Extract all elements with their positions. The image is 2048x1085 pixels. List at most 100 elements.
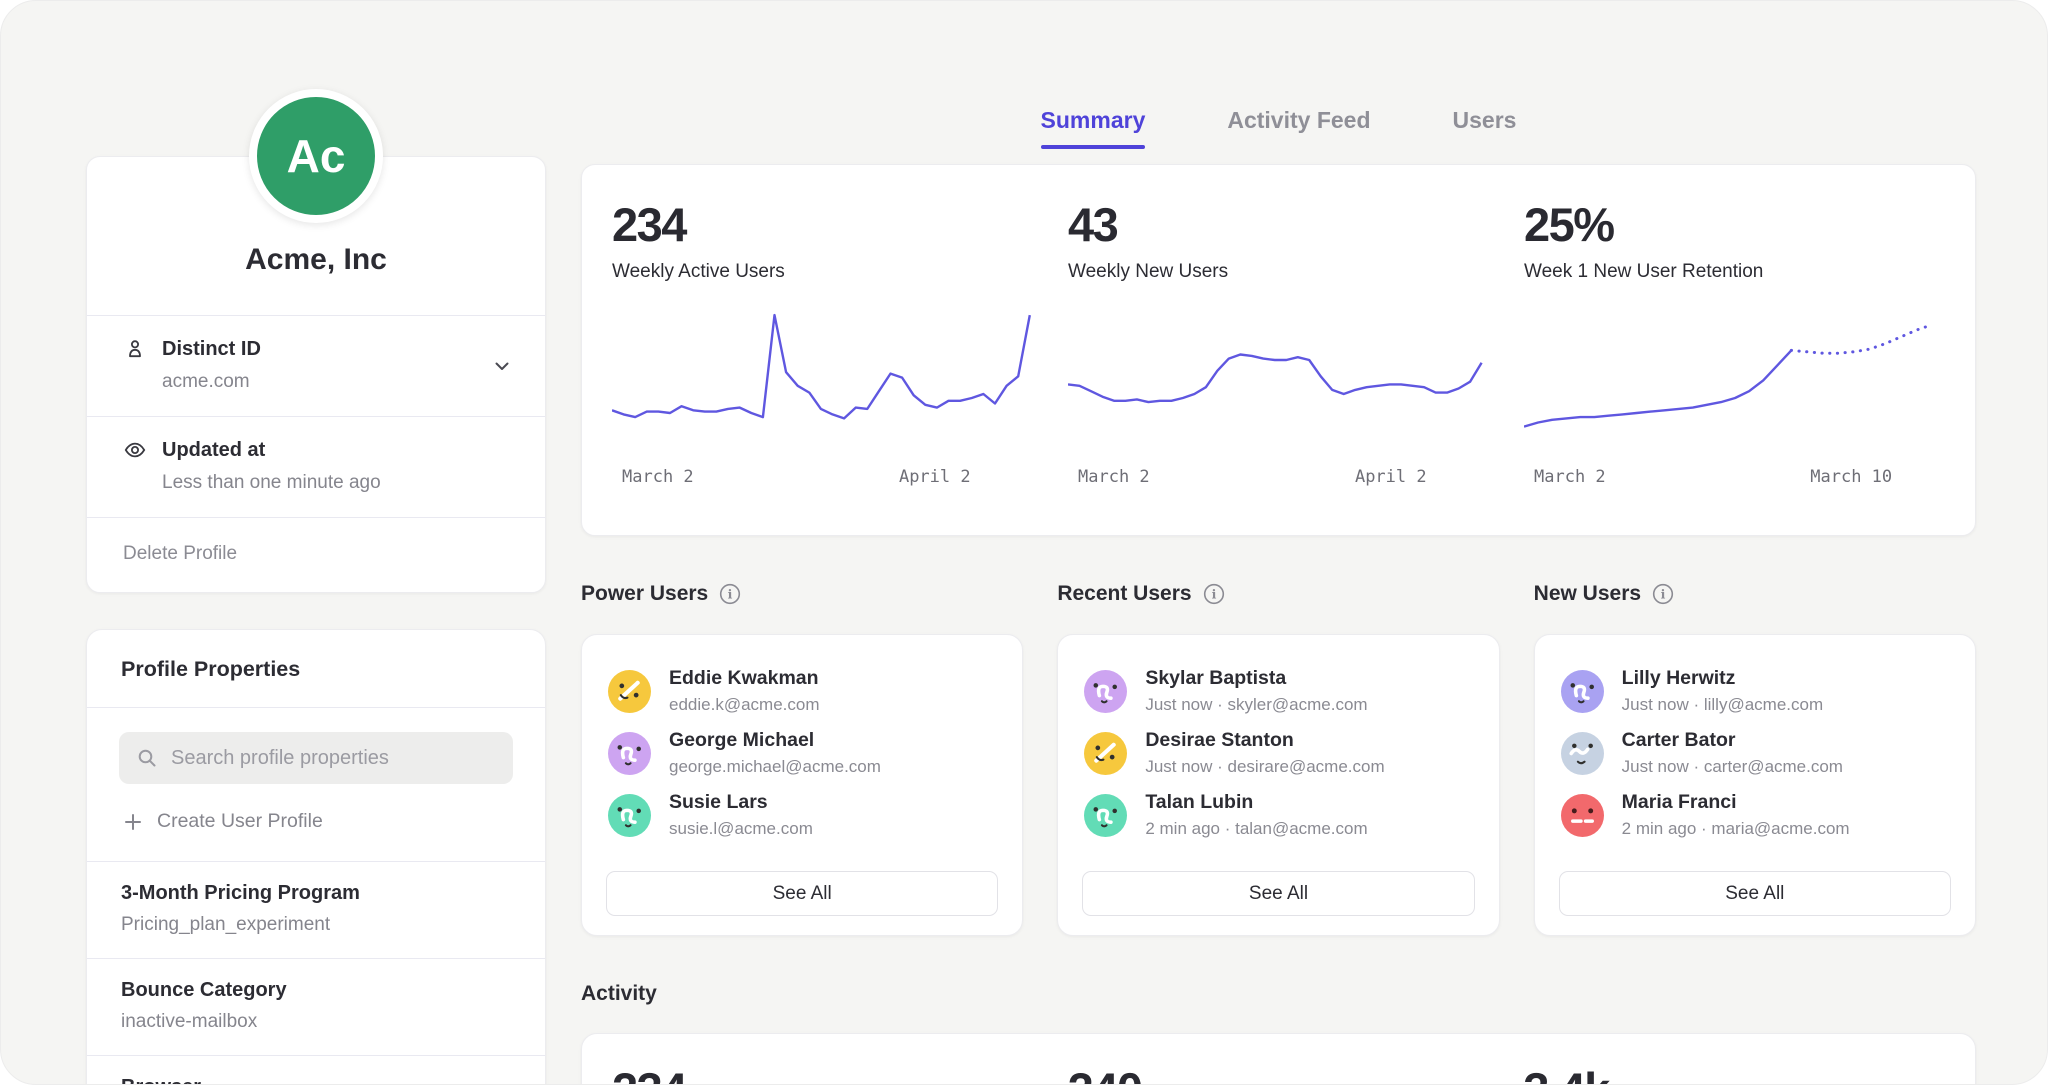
user-name: Eddie Kwakman: [669, 667, 820, 690]
create-user-profile-button[interactable]: Create User Profile: [119, 810, 513, 833]
avatar-wrap: Ac: [249, 89, 383, 223]
user-row[interactable]: Maria Franci 2 min ago · maria@acme.com: [1561, 791, 1949, 839]
list-title: New Users: [1534, 582, 1641, 606]
x-axis-ticks: March 2 April 2: [612, 467, 1034, 491]
x-axis-ticks: March 2 March 10: [1524, 467, 1945, 491]
search-section: Create User Profile: [87, 708, 545, 861]
info-icon[interactable]: i: [1203, 583, 1225, 605]
property-value: inactive-mailbox: [121, 1011, 511, 1033]
list-title: Power Users: [581, 582, 708, 606]
user-name: Talan Lubin: [1145, 791, 1367, 814]
user-detail: george.michael@acme.com: [669, 757, 881, 777]
new-users-card: Lilly Herwitz Just now · lilly@acme.com …: [1534, 634, 1976, 936]
x-tick: March 2: [622, 467, 694, 487]
power-users-card: Eddie Kwakman eddie.k@acme.com George Mi…: [581, 634, 1023, 936]
field-value: Less than one minute ago: [162, 472, 509, 494]
stat-value: 234: [612, 197, 1034, 252]
user-avatar: [1561, 732, 1604, 775]
user-row[interactable]: Skylar Baptista Just now · skyler@acme.c…: [1084, 667, 1472, 715]
user-row[interactable]: Lilly Herwitz Just now · lilly@acme.com: [1561, 667, 1949, 715]
new-users-heading: New Users i: [1534, 582, 1976, 606]
company-avatar-initials: Ac: [287, 129, 346, 183]
recent-users-card: Skylar Baptista Just now · skyler@acme.c…: [1057, 634, 1499, 936]
distinct-id-row: Distinct ID acme.com: [87, 316, 545, 416]
activity-stat: 234: [612, 1062, 1034, 1085]
user-row[interactable]: Carter Bator Just now · carter@acme.com: [1561, 729, 1949, 777]
user-avatar: [608, 732, 651, 775]
tab-users[interactable]: Users: [1453, 107, 1517, 149]
user-detail: 2 min ago · maria@acme.com: [1622, 819, 1850, 839]
svg-text:i: i: [1211, 587, 1216, 602]
search-input[interactable]: [171, 747, 496, 770]
tab-activity-feed[interactable]: Activity Feed: [1227, 107, 1370, 149]
user-list-headings: Power Users i Recent Users i New Users i: [581, 582, 1976, 606]
svg-text:i: i: [728, 587, 733, 602]
property-row[interactable]: Bounce Category inactive-mailbox: [87, 959, 545, 1055]
active-tab-underline: [1041, 145, 1146, 149]
user-row[interactable]: Susie Lars susie.l@acme.com: [608, 791, 996, 839]
recent-users-heading: Recent Users i: [1057, 582, 1499, 606]
stat-value: 25%: [1524, 197, 1945, 252]
property-row[interactable]: Browser Chrome: [87, 1056, 545, 1085]
company-avatar: Ac: [249, 89, 383, 223]
info-icon[interactable]: i: [719, 583, 741, 605]
user-row[interactable]: Talan Lubin 2 min ago · talan@acme.com: [1084, 791, 1472, 839]
user-row[interactable]: Desirae Stanton Just now · desirare@acme…: [1084, 729, 1472, 777]
user-name: Lilly Herwitz: [1622, 667, 1823, 690]
property-name: Browser: [121, 1076, 511, 1085]
tab-label: Summary: [1041, 107, 1146, 133]
weekly-new-users-chart: [1068, 303, 1490, 453]
tab-summary[interactable]: Summary: [1041, 107, 1146, 149]
x-tick: April 2: [899, 467, 971, 487]
activity-card: 234 240 3.4k: [581, 1033, 1976, 1085]
see-all-button[interactable]: See All: [1082, 871, 1474, 916]
search-box: [119, 732, 513, 784]
user-row[interactable]: Eddie Kwakman eddie.k@acme.com: [608, 667, 996, 715]
stat-label: Week 1 New User Retention: [1524, 261, 1945, 283]
stat-week1-retention: 25% Week 1 New User Retention March 2 Ma…: [1524, 197, 1945, 535]
x-tick: April 2: [1355, 467, 1427, 487]
property-row[interactable]: 3-Month Pricing Program Pricing_plan_exp…: [87, 862, 545, 958]
person-icon: [123, 337, 147, 361]
property-value: Pricing_plan_experiment: [121, 914, 511, 936]
user-row[interactable]: George Michael george.michael@acme.com: [608, 729, 996, 777]
profile-properties-title: Profile Properties: [87, 630, 545, 707]
summary-card: 234 Weekly Active Users March 2 April 2 …: [581, 164, 1976, 536]
tab-label: Activity Feed: [1227, 107, 1370, 133]
x-tick: March 2: [1534, 467, 1606, 487]
user-detail: Just now · carter@acme.com: [1622, 757, 1843, 777]
sidebar: Ac Acme, Inc Distinct ID acme.com: [86, 89, 546, 1085]
property-name: 3-Month Pricing Program: [121, 882, 511, 905]
see-all-button[interactable]: See All: [606, 871, 998, 916]
user-detail: Just now · skyler@acme.com: [1145, 695, 1367, 715]
weekly-active-users-chart: [612, 303, 1034, 453]
chevron-down-icon[interactable]: [491, 355, 513, 382]
user-name: Desirae Stanton: [1145, 729, 1384, 752]
property-name: Bounce Category: [121, 979, 511, 1002]
x-tick: March 2: [1078, 467, 1150, 487]
updated-at-row: Updated at Less than one minute ago: [87, 417, 545, 517]
user-avatar: [1084, 670, 1127, 713]
main-content: Summary Activity Feed Users 234 Weekly A…: [581, 1, 1976, 1085]
stat-label: Weekly Active Users: [612, 261, 1034, 283]
user-avatar: [608, 670, 651, 713]
activity-stat: 240: [1068, 1062, 1490, 1085]
field-label: Distinct ID: [162, 338, 261, 361]
user-name: Carter Bator: [1622, 729, 1843, 752]
svg-text:i: i: [1661, 587, 1666, 602]
power-users-heading: Power Users i: [581, 582, 1023, 606]
user-avatar: [608, 794, 651, 837]
x-axis-ticks: March 2 April 2: [1068, 467, 1490, 491]
tab-label: Users: [1453, 107, 1517, 133]
user-cards: Eddie Kwakman eddie.k@acme.com George Mi…: [581, 634, 1976, 936]
user-name: Susie Lars: [669, 791, 813, 814]
stat-weekly-active-users: 234 Weekly Active Users March 2 April 2: [612, 197, 1034, 535]
see-all-button[interactable]: See All: [1559, 871, 1951, 916]
info-icon[interactable]: i: [1652, 583, 1674, 605]
user-avatar: [1561, 670, 1604, 713]
delete-profile-button[interactable]: Delete Profile: [87, 518, 545, 592]
user-name: George Michael: [669, 729, 881, 752]
search-icon: [136, 747, 158, 769]
user-avatar: [1561, 794, 1604, 837]
profile-properties-card: Profile Properties: [86, 629, 546, 1085]
